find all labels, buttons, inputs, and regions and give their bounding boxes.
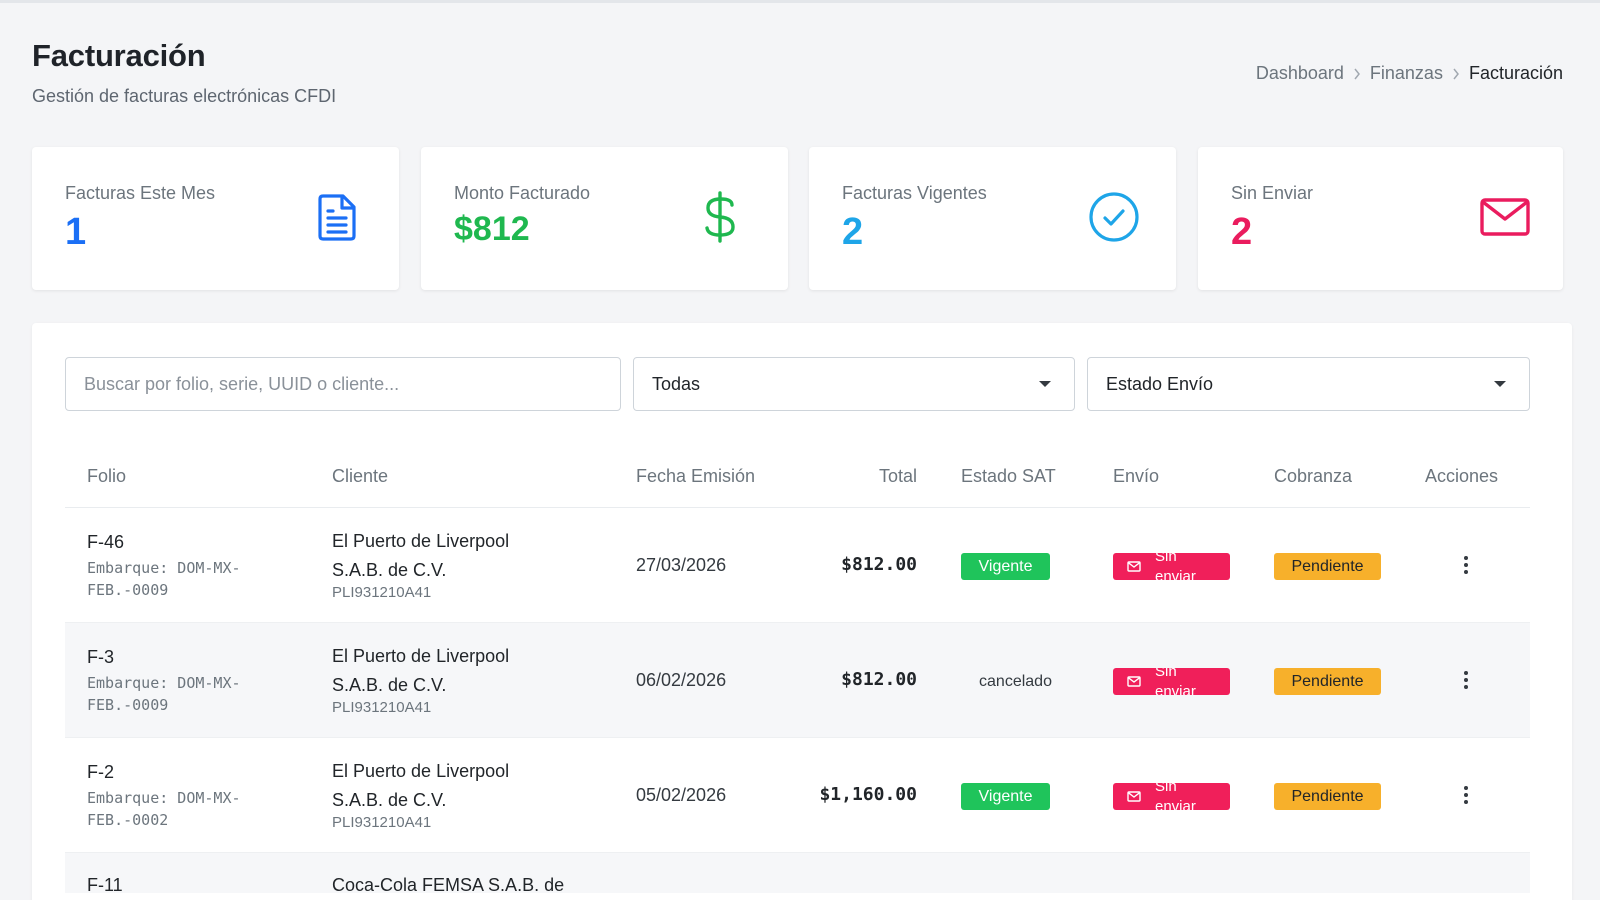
stat-value: $812: [454, 210, 530, 248]
search-input[interactable]: [84, 373, 602, 395]
row-cliente: El Puerto de Liverpool S.A.B. de C.V.: [332, 761, 510, 810]
stat-card-facturas-vigentes: Facturas Vigentes 2: [809, 147, 1176, 290]
th-estado-sat[interactable]: Estado SAT: [961, 466, 1056, 487]
estado-sat-badge: Vigente: [961, 783, 1050, 810]
row-fecha: 05/02/2026: [636, 785, 727, 805]
envio-select-value: Estado Envío: [1106, 373, 1214, 394]
page-title: Facturación: [32, 38, 206, 73]
row-folio: F-3: [87, 647, 114, 667]
table-row[interactable]: F-46 Embarque: DOM-MX-FEB.-0009 El Puert…: [65, 508, 1530, 623]
stat-label: Facturas Este Mes: [65, 183, 216, 203]
top-border: [0, 0, 1600, 3]
envio-select[interactable]: Estado Envío: [1087, 357, 1530, 411]
search-input-wrapper[interactable]: [65, 357, 621, 411]
row-cliente: El Puerto de Liverpool S.A.B. de C.V.: [332, 646, 510, 695]
envio-badge: Sin enviar: [1113, 668, 1230, 695]
row-folio: F-2: [87, 762, 114, 782]
page-subtitle: Gestión de facturas electrónicas CFDI: [32, 86, 337, 106]
envio-badge: Sin enviar: [1113, 553, 1230, 580]
envelope-icon: [1479, 191, 1531, 243]
envelope-icon: [1127, 561, 1141, 572]
caret-down-icon: [1039, 381, 1051, 387]
envelope-icon: [1127, 791, 1141, 802]
estado-select[interactable]: Todas: [633, 357, 1075, 411]
caret-down-icon: [1494, 381, 1506, 387]
th-total[interactable]: Total: [879, 466, 917, 487]
row-rfc: PLI931210A41: [332, 699, 432, 716]
row-rfc: PLI931210A41: [332, 584, 432, 601]
estado-select-value: Todas: [652, 373, 701, 394]
row-fecha: 27/03/2026: [636, 555, 727, 575]
row-embarque: Embarque: DOM-MX-FEB.-0002: [87, 789, 241, 829]
row-rfc: PLI931210A41: [332, 814, 432, 831]
th-cliente[interactable]: Cliente: [332, 466, 388, 487]
row-cliente: Coca-Cola FEMSA S.A.B. de: [332, 875, 565, 895]
chevron-right-icon: [1443, 68, 1469, 80]
stat-value: 1: [65, 211, 87, 253]
envio-text: Sin enviar: [1155, 783, 1196, 810]
row-folio: F-11: [87, 875, 123, 895]
row-cliente: El Puerto de Liverpool S.A.B. de C.V.: [332, 531, 510, 580]
row-embarque: Embarque: DOM-MX-FEB.-0009: [87, 559, 241, 599]
envio-badge: Sin enviar: [1113, 783, 1230, 810]
stat-value: 2: [842, 211, 864, 253]
stat-card-sin-enviar: Sin Enviar 2: [1198, 147, 1563, 290]
stat-label: Sin Enviar: [1231, 183, 1314, 203]
row-folio: F-46: [87, 532, 125, 552]
check-circle-icon: [1088, 191, 1140, 243]
cobranza-badge: Pendiente: [1274, 553, 1381, 580]
stat-card-facturas-mes: Facturas Este Mes 1: [32, 147, 399, 290]
envio-text: Sin enviar: [1155, 553, 1196, 580]
stat-label: Monto Facturado: [454, 183, 591, 203]
page-header: Facturación Gestión de facturas electrón…: [32, 38, 336, 107]
stat-value: 2: [1231, 211, 1253, 253]
table-row[interactable]: F-11 Coca-Cola FEMSA S.A.B. de: [65, 853, 1530, 895]
row-embarque: Embarque: DOM-MX-FEB.-0009: [87, 674, 241, 714]
th-folio[interactable]: Folio: [87, 466, 126, 487]
invoices-table: Folio Cliente Fecha Emisión Total Estado…: [65, 445, 1530, 895]
th-cobranza[interactable]: Cobranza: [1274, 466, 1352, 487]
stat-card-monto-facturado: Monto Facturado $812: [421, 147, 788, 290]
th-envio[interactable]: Envío: [1113, 466, 1159, 487]
breadcrumb-finanzas[interactable]: Finanzas: [1370, 63, 1443, 84]
cobranza-badge: Pendiente: [1274, 783, 1381, 810]
table-header: Folio Cliente Fecha Emisión Total Estado…: [65, 445, 1530, 508]
th-fecha[interactable]: Fecha Emisión: [636, 466, 755, 487]
stat-label: Facturas Vigentes: [842, 183, 987, 203]
breadcrumb: Dashboard Finanzas Facturación: [1256, 63, 1563, 84]
cobranza-badge: Pendiente: [1274, 668, 1381, 695]
more-vertical-icon[interactable]: [1461, 553, 1471, 577]
table-row[interactable]: F-3 Embarque: DOM-MX-FEB.-0009 El Puerto…: [65, 623, 1530, 738]
th-acciones: Acciones: [1425, 466, 1499, 486]
more-vertical-icon[interactable]: [1461, 783, 1471, 807]
row-total: $1,160.00: [819, 784, 917, 805]
chevron-right-icon: [1344, 68, 1370, 80]
row-fecha: 06/02/2026: [636, 670, 727, 690]
breadcrumb-dashboard[interactable]: Dashboard: [1256, 63, 1344, 84]
envelope-icon: [1127, 676, 1141, 687]
dollar-icon: [700, 191, 752, 243]
estado-sat-badge: cancelado: [979, 672, 1052, 690]
breadcrumb-facturacion: Facturación: [1468, 63, 1563, 83]
more-vertical-icon[interactable]: [1461, 668, 1471, 692]
estado-sat-badge: Vigente: [961, 553, 1050, 580]
table-row[interactable]: F-2 Embarque: DOM-MX-FEB.-0002 El Puerto…: [65, 738, 1530, 853]
invoices-panel: Todas Estado Envío Folio Cliente Fecha E…: [32, 323, 1572, 900]
document-icon: [311, 191, 363, 243]
envio-text: Sin enviar: [1155, 668, 1196, 695]
row-total: $812.00: [841, 554, 917, 575]
row-total: $812.00: [841, 669, 917, 690]
